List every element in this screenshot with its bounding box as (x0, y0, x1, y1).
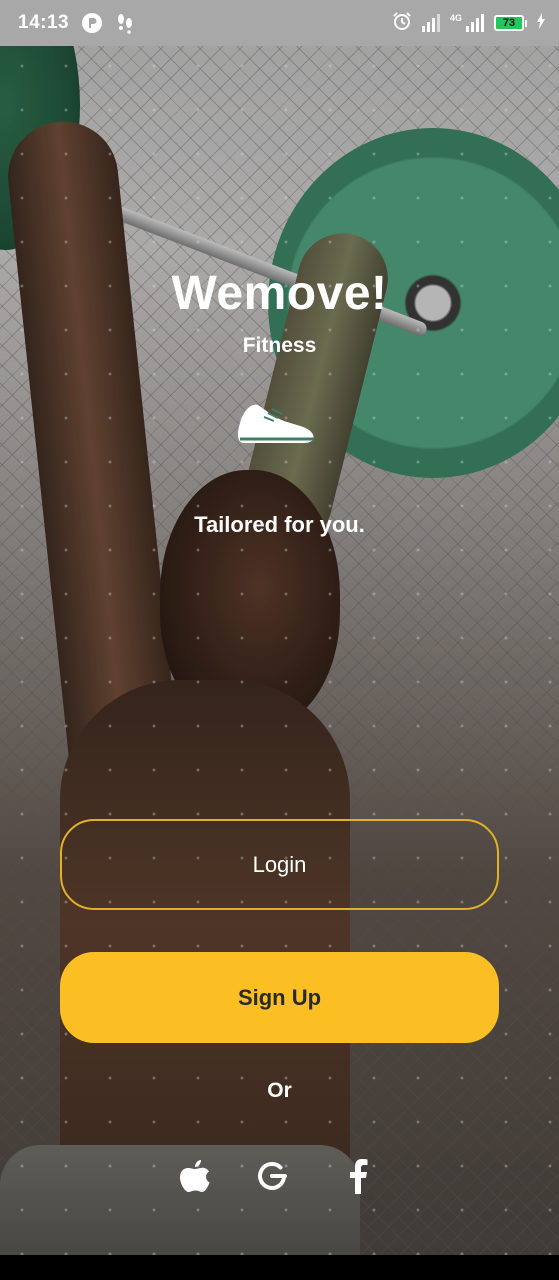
dark-overlay (0, 0, 559, 1255)
signup-button-label: Sign Up (237, 984, 322, 1010)
facebook-login-button[interactable] (338, 1158, 378, 1198)
login-button[interactable]: Login (60, 819, 499, 910)
footsteps-icon (115, 12, 135, 34)
google-icon (255, 1159, 289, 1198)
facebook-icon (347, 1158, 369, 1199)
tagline: Tailored for you. (194, 512, 365, 537)
apple-login-button[interactable] (175, 1158, 215, 1198)
status-time: 14:13 (18, 12, 70, 33)
welcome-screen: 14:13 4G 73 Wemove! Fitness Tailored for… (0, 0, 559, 1255)
sneaker-icon (234, 395, 318, 449)
signup-button[interactable]: Sign Up (60, 952, 499, 1043)
app-subtitle: Fitness (242, 334, 317, 357)
battery-level: 73 (494, 15, 524, 31)
or-divider: Or (267, 1079, 292, 1102)
network-label: 4G (449, 13, 462, 23)
wifi-signal-icon (421, 14, 440, 32)
app-title: Wemove! (171, 267, 388, 320)
system-nav-bar (0, 1255, 559, 1280)
google-login-button[interactable] (252, 1158, 292, 1198)
charging-icon (537, 12, 545, 34)
app-notification-icon (81, 12, 103, 34)
battery-icon: 73 (494, 15, 527, 31)
apple-icon (179, 1158, 211, 1199)
alarm-icon (392, 11, 412, 36)
background-photo (0, 0, 559, 1255)
login-button-label: Login (252, 851, 307, 877)
status-bar: 14:13 4G 73 (0, 0, 559, 46)
cell-signal-icon (466, 14, 484, 32)
